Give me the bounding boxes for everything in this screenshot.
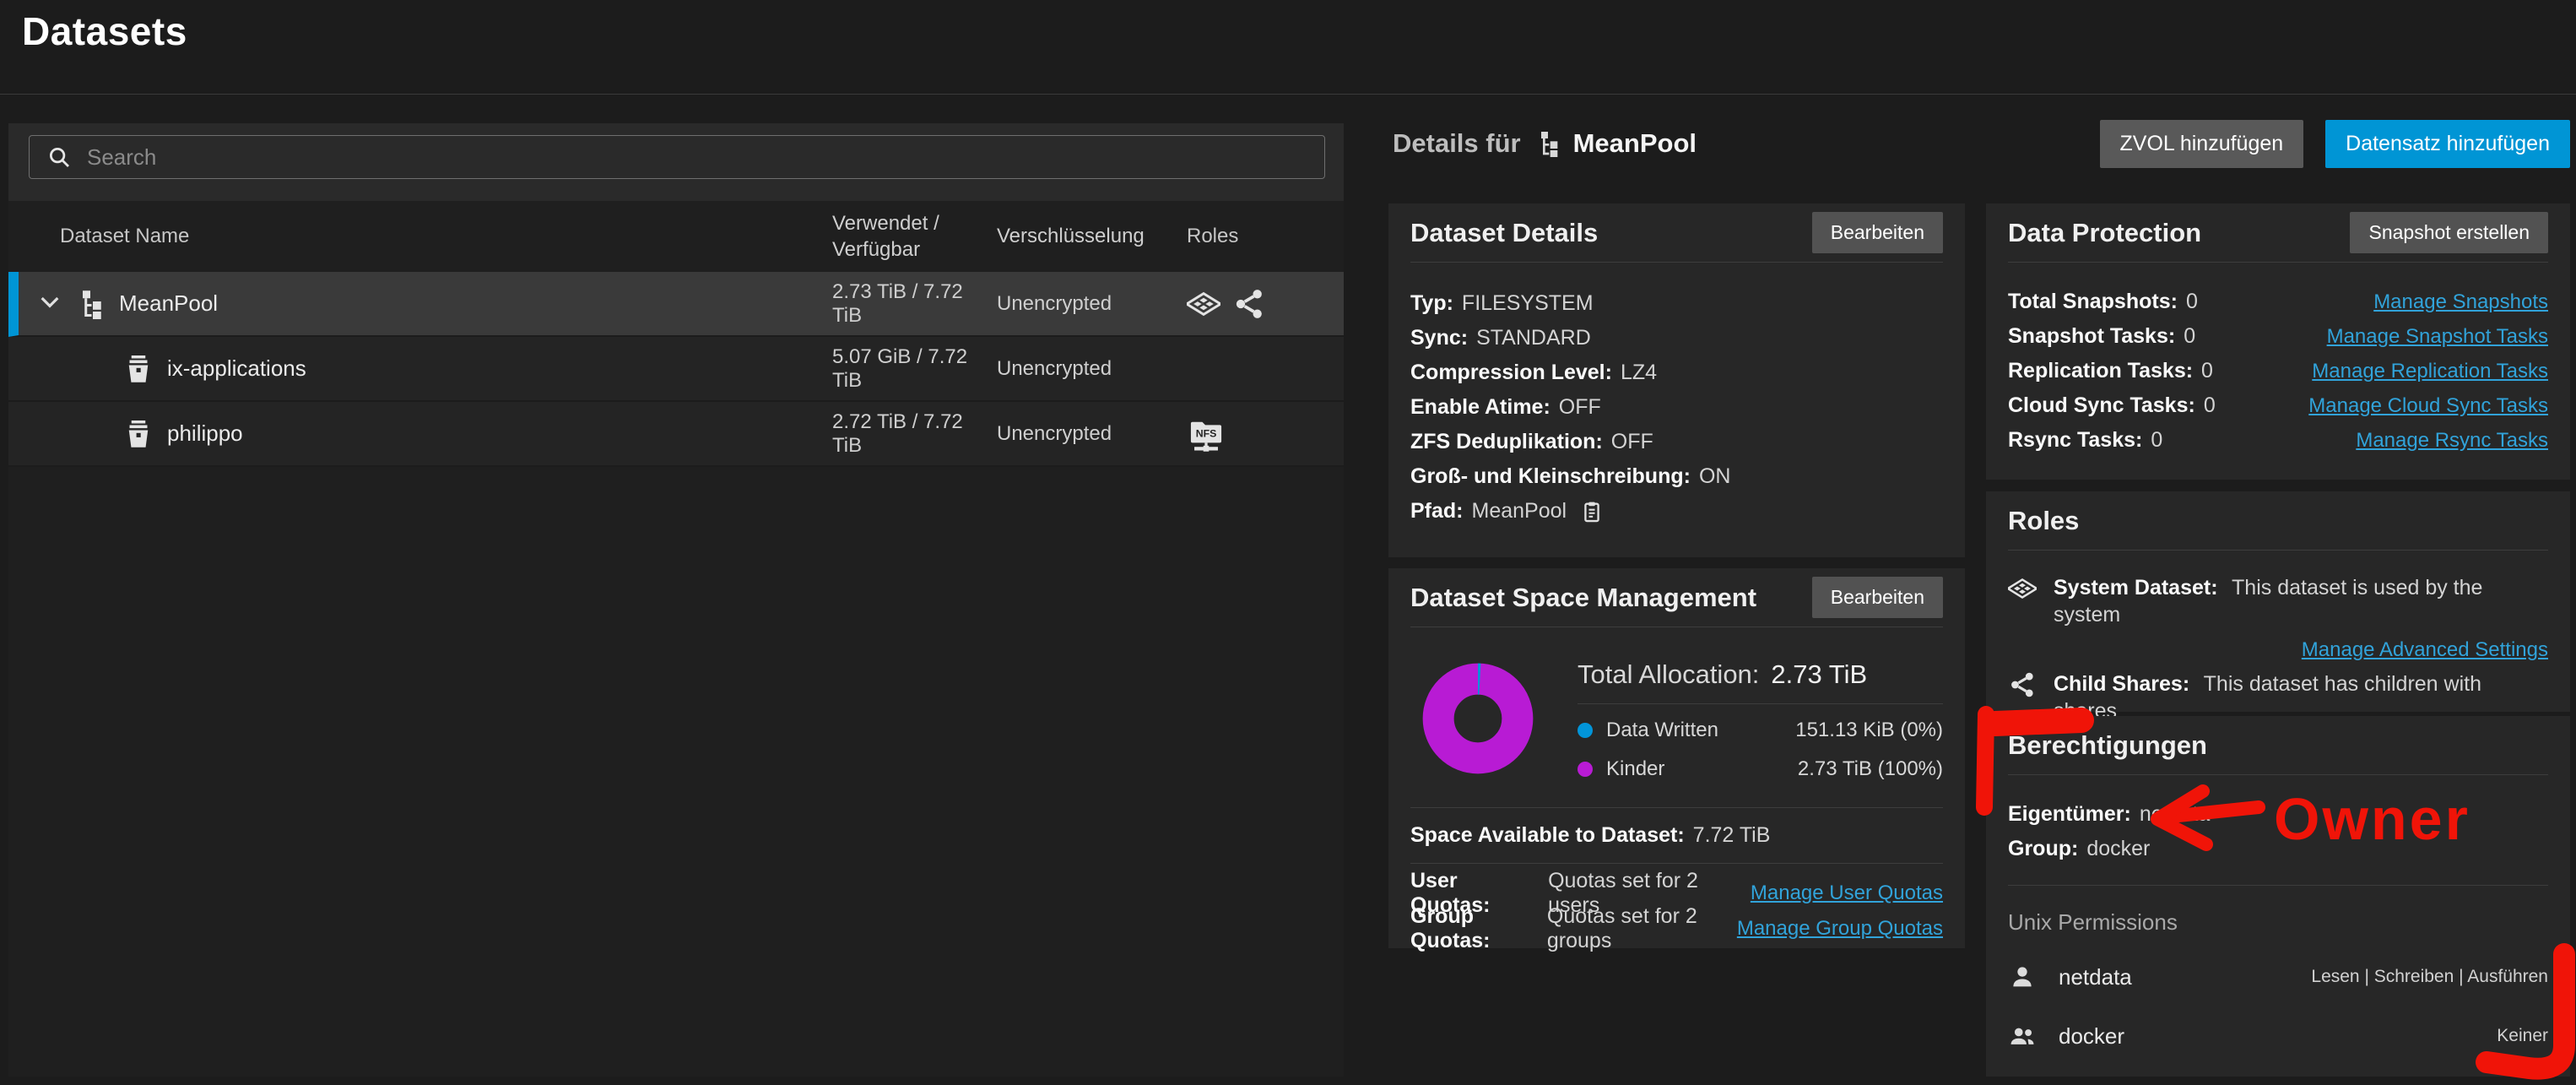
dataset-table-panel: Dataset Name Verwendet / Verfügbar Versc… xyxy=(8,123,1344,1077)
child-shares-role-row: Child Shares: This dataset has children … xyxy=(2008,662,2548,724)
allocation-donut-chart xyxy=(1422,663,1534,774)
search-bar xyxy=(8,123,1344,201)
edit-dataset-details-button[interactable]: Bearbeiten xyxy=(1811,212,1943,253)
total-snapshots-row: Total Snapshots: 0 Manage Snapshots xyxy=(2008,290,2548,314)
create-snapshot-button[interactable]: Snapshot erstellen xyxy=(2350,212,2548,253)
share-role-icon xyxy=(1232,287,1266,321)
card-title: Berechtigungen xyxy=(2008,730,2207,760)
legend-dot-blue xyxy=(1578,723,1593,738)
unix-permissions-title: Unix Permissions xyxy=(2008,909,2178,935)
share-icon xyxy=(2010,671,2035,698)
add-zvol-button[interactable]: ZVOL hinzufügen xyxy=(2099,119,2304,168)
details-header: Details für MeanPool ZVOL hinzufügen Dat… xyxy=(1393,119,2570,168)
permissions-card: Berechtigungen Eigentümer: netdata Group… xyxy=(1986,716,2570,1077)
datasets-page: Datasets Dataset Name Verwendet / Verfüg… xyxy=(0,0,2576,1085)
dataset-usage: 5.07 GiB / 7.72 TiB xyxy=(832,344,968,392)
edit-space-button[interactable]: Bearbeiten xyxy=(1811,577,1943,618)
column-header-usage[interactable]: Verwendet / Verfügbar xyxy=(832,210,997,263)
total-allocation: Total Allocation: 2.73 TiB xyxy=(1578,659,1868,689)
manage-group-quotas-link[interactable]: Manage Group Quotas xyxy=(1737,917,1943,941)
system-dataset-icon xyxy=(2008,578,2037,599)
search-icon xyxy=(50,148,69,167)
dataset-name: philippo xyxy=(167,420,243,446)
data-protection-card: Data Protection Snapshot erstellen Total… xyxy=(1986,203,2570,480)
legend-dot-magenta xyxy=(1578,762,1593,777)
table-header-row: Dataset Name Verwendet / Verfügbar Versc… xyxy=(8,201,1344,272)
space-management-card: Dataset Space Management Bearbeiten Tota… xyxy=(1388,568,1965,952)
card-title: Roles xyxy=(2008,505,2080,535)
rsync-tasks-row: Rsync Tasks: 0 Manage Rsync Tasks xyxy=(2008,428,2548,453)
owner-annotation-text: Owner xyxy=(2274,786,2470,852)
dataset-encryption: Unencrypted xyxy=(997,421,1112,445)
column-header-name[interactable]: Dataset Name xyxy=(8,225,832,248)
snapshot-tasks-row: Snapshot Tasks: 0 Manage Snapshot Tasks xyxy=(2008,324,2548,349)
manage-replication-tasks-link[interactable]: Manage Replication Tasks xyxy=(2312,360,2548,383)
unix-permission-user-row: netdata Lesen | Schreiben | Ausführen xyxy=(2008,947,2548,1006)
dataset-icon xyxy=(123,354,154,384)
dataset-details-card: Dataset Details Bearbeiten Typ: FILESYSTE… xyxy=(1388,203,1965,557)
path-row: Pfad: MeanPool xyxy=(1410,494,1943,529)
table-row-philippo[interactable]: philippo 2.72 TiB / 7.72 TiB Unencrypted xyxy=(8,402,1344,467)
details-dataset-name: MeanPool xyxy=(1572,128,1697,158)
page-title: Datasets xyxy=(22,9,187,53)
dataset-name: ix-applications xyxy=(167,355,306,381)
column-header-encryption[interactable]: Verschlüsselung xyxy=(997,225,1187,248)
dataset-root-icon xyxy=(1534,130,1561,157)
group-quotas-row: Group Quotas: Quotas set for 2 groups Ma… xyxy=(1410,904,1943,952)
title-divider xyxy=(0,94,2576,95)
manage-snapshots-link[interactable]: Manage Snapshots xyxy=(2373,290,2548,314)
table-row-meanpool[interactable]: MeanPool 2.73 TiB / 7.72 TiB Unencrypted xyxy=(8,272,1344,337)
cloud-sync-tasks-row: Cloud Sync Tasks: 0 Manage Cloud Sync Ta… xyxy=(2008,393,2548,418)
dataset-root-icon xyxy=(75,289,106,319)
dataset-name: MeanPool xyxy=(119,290,219,316)
copy-path-icon[interactable] xyxy=(1580,500,1604,524)
dataset-usage: 2.73 TiB / 7.72 TiB xyxy=(832,279,963,327)
replication-tasks-row: Replication Tasks: 0 Manage Replication … xyxy=(2008,359,2548,383)
search-input[interactable] xyxy=(87,144,1307,171)
card-title: Data Protection xyxy=(2008,217,2202,247)
manage-advanced-settings-link[interactable]: Manage Advanced Settings xyxy=(2302,638,2548,662)
legend-data-written: Data Written 151.13 KiB (0%) xyxy=(1578,711,1943,750)
unix-permission-group-row: docker Keiner xyxy=(2008,1006,2548,1066)
dataset-encryption: Unencrypted xyxy=(997,356,1112,380)
chevron-down-icon[interactable] xyxy=(36,288,63,319)
manage-cloud-sync-tasks-link[interactable]: Manage Cloud Sync Tasks xyxy=(2308,394,2548,418)
add-dataset-button[interactable]: Datensatz hinzufügen xyxy=(2325,119,2570,168)
search-box[interactable] xyxy=(29,135,1325,179)
manage-snapshot-tasks-link[interactable]: Manage Snapshot Tasks xyxy=(2327,325,2548,349)
card-title: Dataset Details xyxy=(1410,217,1599,247)
column-header-roles[interactable]: Roles xyxy=(1187,225,1344,248)
system-dataset-role-row: System Dataset: This dataset is used by … xyxy=(2008,551,2548,628)
manage-rsync-tasks-link[interactable]: Manage Rsync Tasks xyxy=(2356,429,2548,453)
space-available-row: Space Available to Dataset: 7.72 TiB xyxy=(1410,808,1943,864)
manage-user-quotas-link[interactable]: Manage User Quotas xyxy=(1751,882,1943,905)
nfs-share-icon xyxy=(1187,415,1226,453)
table-row-ix-applications[interactable]: ix-applications 5.07 GiB / 7.72 TiB Unen… xyxy=(8,337,1344,402)
roles-card: Roles System Dataset: This dataset is us… xyxy=(1986,491,2570,723)
user-icon xyxy=(2013,967,2032,987)
legend-children: Kinder 2.73 TiB (100%) xyxy=(1578,750,1943,789)
details-prefix: Details für xyxy=(1393,128,1521,158)
card-title: Dataset Space Management xyxy=(1410,582,1757,612)
dataset-icon xyxy=(123,419,154,449)
system-dataset-role-icon xyxy=(1187,287,1220,321)
group-icon xyxy=(2010,1028,2034,1044)
dataset-usage: 2.72 TiB / 7.72 TiB xyxy=(832,410,963,457)
dataset-encryption: Unencrypted xyxy=(997,291,1112,315)
